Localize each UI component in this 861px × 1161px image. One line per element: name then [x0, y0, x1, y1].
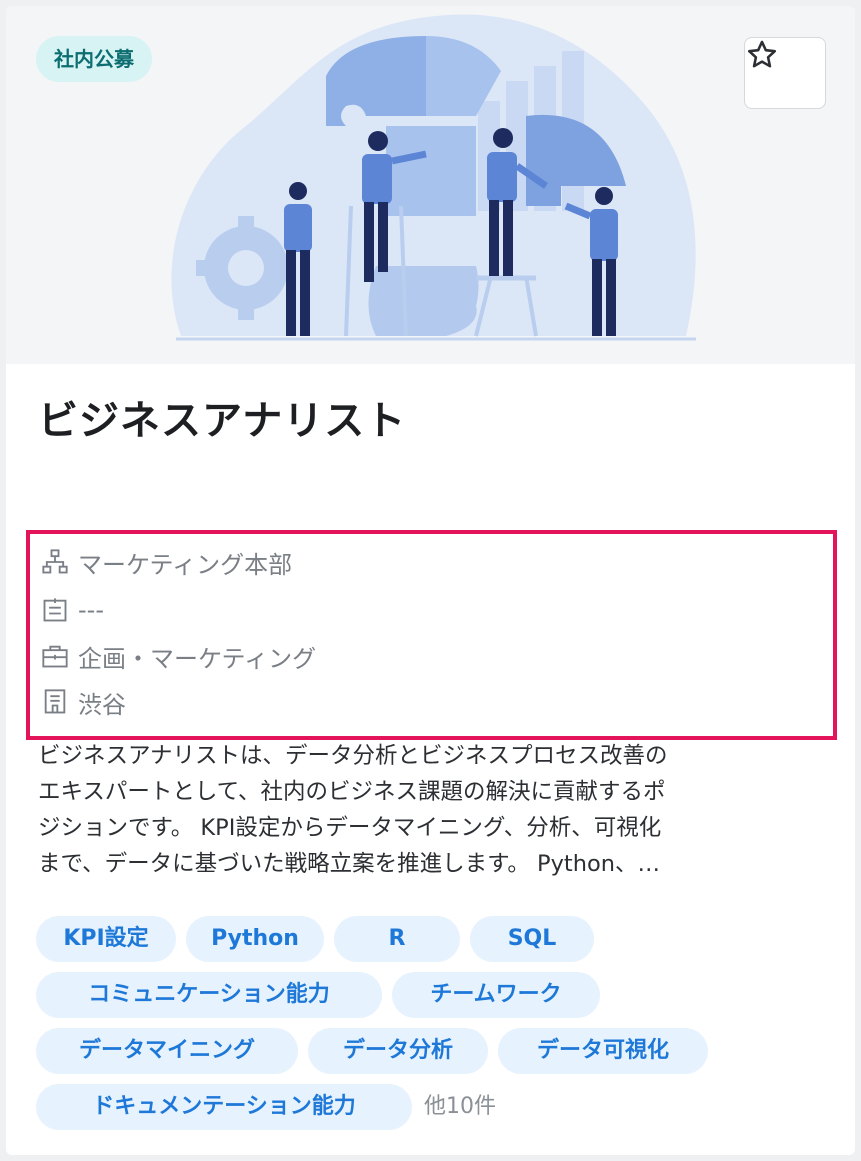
skill-tag[interactable]: R — [334, 916, 460, 962]
favorite-button[interactable] — [744, 37, 826, 109]
skill-tag[interactable]: データ可視化 — [498, 1028, 708, 1074]
job-description: ビジネスアナリストは、データ分析とビジネスプロセス改善の エキスパートとして、社… — [38, 738, 828, 882]
meta-job-category: 企画・マーケティング — [38, 636, 316, 676]
star-outline-icon — [747, 40, 777, 68]
job-title: ビジネスアナリスト — [38, 398, 407, 444]
job-category-text: 企画・マーケティング — [78, 644, 317, 673]
skill-tag[interactable]: SQL — [470, 916, 594, 962]
meta-grade: --- — [38, 590, 104, 630]
job-card[interactable]: 社内公募 ビジネスアナリスト マーケティング本部 --- 企画・マーケティング … — [6, 6, 855, 1155]
location-text: 渋谷 — [78, 690, 126, 719]
description-line: まで、データに基づいた戦略立案を推進します。 Python、… — [38, 851, 660, 877]
building-icon — [38, 685, 72, 719]
skill-tag[interactable]: データ分析 — [308, 1028, 488, 1074]
briefcase-icon — [38, 639, 72, 673]
skill-tag[interactable]: KPI設定 — [36, 916, 176, 962]
org-chart-icon — [38, 545, 72, 579]
hero-illustration: 社内公募 — [6, 6, 855, 364]
job-meta-highlight: マーケティング本部 --- 企画・マーケティング 渋谷 — [26, 530, 837, 740]
description-line: エキスパートとして、社内のビジネス課題の解決に貢献するポ — [38, 779, 666, 805]
more-tags-count: 他10件 — [424, 1094, 496, 1119]
description-line: ビジネスアナリストは、データ分析とビジネスプロセス改善の — [38, 743, 668, 769]
internal-recruitment-badge: 社内公募 — [36, 36, 152, 82]
description-line: ジションです。 KPI設定からデータマイニング、分析、可視化 — [38, 815, 662, 841]
skill-tag[interactable]: Python — [186, 916, 324, 962]
meta-department: マーケティング本部 — [38, 542, 292, 582]
id-card-icon — [38, 593, 72, 627]
skill-tag[interactable]: コミュニケーション能力 — [36, 972, 382, 1018]
meta-location: 渋谷 — [38, 682, 126, 722]
skill-tag[interactable]: データマイニング — [36, 1028, 298, 1074]
department-text: マーケティング本部 — [78, 550, 293, 579]
skill-tag[interactable]: チームワーク — [392, 972, 600, 1018]
grade-text: --- — [78, 596, 104, 624]
skill-tag[interactable]: ドキュメンテーション能力 — [36, 1084, 412, 1130]
